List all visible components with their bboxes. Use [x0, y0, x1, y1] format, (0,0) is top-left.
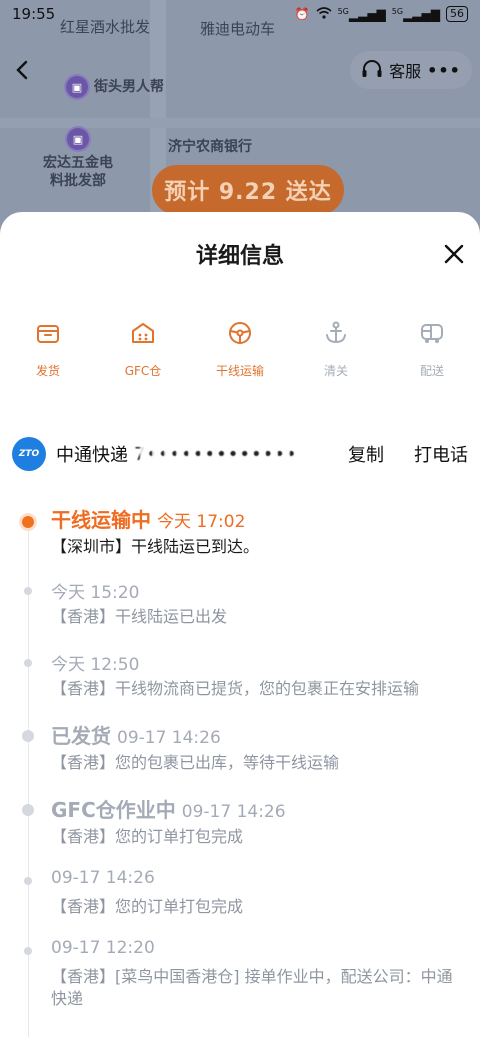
wifi-icon	[316, 6, 332, 22]
map-poi[interactable]: ▣ 宏达五金电 料批发部	[40, 128, 116, 190]
more-icon[interactable]: •••	[427, 61, 461, 80]
box-icon	[37, 325, 59, 343]
chevron-left-icon	[16, 60, 28, 80]
event-desc: 【香港】[菜鸟中国香港仓] 接单作业中，配送公司：中通快递	[51, 967, 453, 1008]
event-time: 今天 17:02	[157, 512, 246, 532]
poi-label: 济宁农商银行	[168, 139, 252, 155]
map-road	[0, 118, 480, 128]
back-button[interactable]	[8, 56, 36, 84]
stage-customs[interactable]: 清关	[288, 320, 384, 379]
carrier-row: ZTO 中通快递 7••••••••••••• 复制 打电话	[12, 436, 470, 472]
timeline-dot	[22, 730, 34, 742]
stage-label: GFC仓	[124, 364, 162, 378]
event-desc: 【香港】您的包裹已出库，等待干线运输	[51, 753, 340, 772]
status-icons: ⏰ 5G▂▃▅▇ 5G▂▃▅▇ 56	[295, 6, 468, 22]
stage-gfc[interactable]: GFC仓	[95, 320, 191, 379]
network-type: 5G	[337, 6, 349, 16]
alarm-icon: ⏰	[294, 7, 310, 21]
event-time: 09-17 14:26	[181, 802, 286, 822]
close-icon	[444, 244, 464, 264]
event-desc: 【香港】干线陆运已出发	[51, 607, 228, 626]
poi-label: 宏达五金电 料批发部	[43, 155, 113, 189]
timeline-dot	[24, 877, 32, 885]
status-time: 19:55	[12, 5, 56, 23]
event-status: 干线运输中	[51, 508, 151, 532]
event-status: GFC仓作业中	[51, 798, 176, 822]
warehouse-icon	[132, 323, 154, 343]
call-button[interactable]: 打电话	[414, 441, 468, 467]
service-label[interactable]: 客服	[389, 58, 421, 82]
location-pin-icon: ▣	[67, 128, 89, 150]
event-time: 09-17 14:26	[117, 728, 221, 748]
carrier-name: 中通快递	[56, 445, 128, 466]
event-time: 09-17 12:20	[51, 938, 155, 958]
location-pin-icon: ▣	[66, 76, 88, 98]
detail-sheet: 详细信息 发货 GFC仓 干线运输 清关 配送 ZTO 中通快递 7••••••…	[0, 212, 480, 1037]
sheet-title: 详细信息	[195, 244, 284, 269]
event-desc: 【香港】您的订单打包完成	[51, 827, 244, 846]
stage-label: 干线运输	[215, 364, 264, 378]
battery-icon: 56	[446, 6, 468, 22]
progress-stages: 发货 GFC仓 干线运输 清关 配送	[0, 320, 480, 390]
timeline-dot	[24, 659, 32, 667]
headset-icon	[362, 60, 382, 77]
stage-label: 配送	[419, 364, 444, 378]
anchor-icon	[326, 321, 346, 344]
stage-label: 发货	[35, 364, 60, 378]
event-desc: 【香港】干线物流商已提货，您的包裹正在安排运输	[51, 679, 420, 698]
event-desc: 【深圳市】干线陆运已到达。	[51, 537, 260, 556]
map-poi[interactable]: 济宁农商银行	[168, 138, 252, 156]
tracking-number: 7•••••••••••••	[134, 443, 298, 465]
carrier-logo: ZTO	[12, 437, 46, 471]
event-time: 09-17 14:26	[51, 868, 155, 888]
network-type: 5G	[391, 6, 404, 16]
stage-shipped[interactable]: 发货	[0, 320, 96, 379]
service-menu[interactable]: 客服 •••	[350, 51, 472, 89]
event-desc: 【香港】您的订单打包完成	[51, 897, 244, 916]
steering-wheel-icon	[229, 322, 251, 344]
signal-icon: 5G▂▃▅▇	[391, 6, 440, 22]
timeline-dot	[22, 516, 34, 528]
event-time: 今天 15:20	[51, 583, 140, 603]
close-button[interactable]	[440, 240, 468, 268]
timeline-dot	[22, 804, 34, 816]
timeline-dot	[24, 587, 32, 595]
signal-icon: 5G▂▃▅▇	[337, 6, 386, 22]
status-bar: 19:55 ⏰ 5G▂▃▅▇ 5G▂▃▅▇ 56	[0, 0, 480, 28]
event-time: 今天 12:50	[51, 655, 140, 675]
stage-delivery[interactable]: 配送	[384, 320, 480, 379]
map-poi[interactable]: ▣ 街头男人帮	[66, 76, 164, 98]
timeline-dot	[24, 947, 32, 955]
poi-label: 街头男人帮	[94, 79, 164, 95]
copy-button[interactable]: 复制	[348, 441, 384, 467]
stage-label: 清关	[323, 364, 348, 378]
stage-linehaul[interactable]: 干线运输	[192, 320, 288, 379]
eta-bubble: 预计 9.22 送达	[152, 165, 344, 215]
truck-icon	[421, 324, 443, 343]
event-status: 已发货	[51, 724, 111, 748]
timeline-line	[28, 524, 29, 1037]
